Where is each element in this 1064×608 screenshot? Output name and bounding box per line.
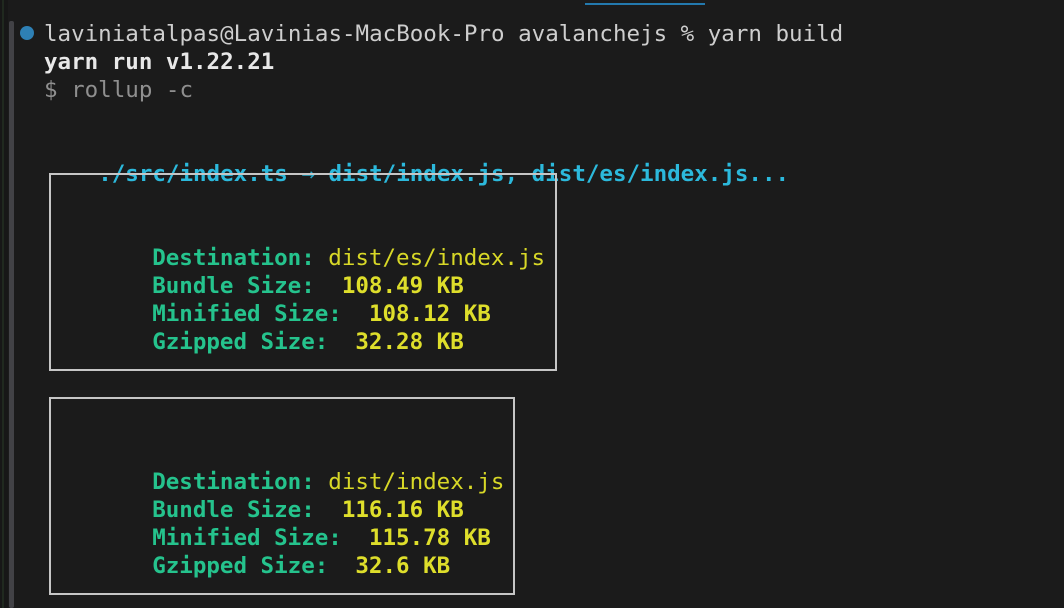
- build-header-line: ./src/index.ts → dist/index.js, dist/es/…: [44, 132, 789, 160]
- gzipped-size-label: Gzipped Size:: [152, 553, 328, 579]
- terminal-scrollbar[interactable]: [9, 21, 14, 608]
- yarn-version-line: yarn run v1.22.21: [44, 48, 274, 76]
- active-tab-indicator: [585, 3, 705, 5]
- box1-minified-size-row: Minified Size: 108.12 KB: [98, 272, 491, 300]
- gzipped-size-value: 32.28 KB: [355, 329, 463, 355]
- prompt-line: laviniatalpas@Lavinias-MacBook-Pro avala…: [44, 20, 843, 48]
- sep: [328, 329, 355, 355]
- sep: [328, 553, 355, 579]
- box2-bundle-size-row: Bundle Size: 116.16 KB: [98, 468, 464, 496]
- gzipped-size-value: 32.6 KB: [355, 553, 450, 579]
- box1-bundle-size-row: Bundle Size: 108.49 KB: [98, 244, 464, 272]
- box1-gzipped-size-row: Gzipped Size: 32.28 KB: [98, 300, 464, 328]
- terminal-panel: laviniatalpas@Lavinias-MacBook-Pro avala…: [0, 0, 1064, 608]
- rollup-command-line: $ rollup -c: [44, 76, 193, 104]
- panel-border-line: [2, 0, 4, 608]
- box2-gzipped-size-row: Gzipped Size: 32.6 KB: [98, 524, 450, 552]
- box2-minified-size-row: Minified Size: 115.78 KB: [98, 496, 491, 524]
- command-decoration-dot[interactable]: [20, 26, 34, 40]
- box2-destination-row: Destination: dist/index.js: [98, 440, 504, 468]
- gzipped-size-label: Gzipped Size:: [152, 329, 328, 355]
- box1-destination-row: Destination: dist/es/index.js: [98, 216, 545, 244]
